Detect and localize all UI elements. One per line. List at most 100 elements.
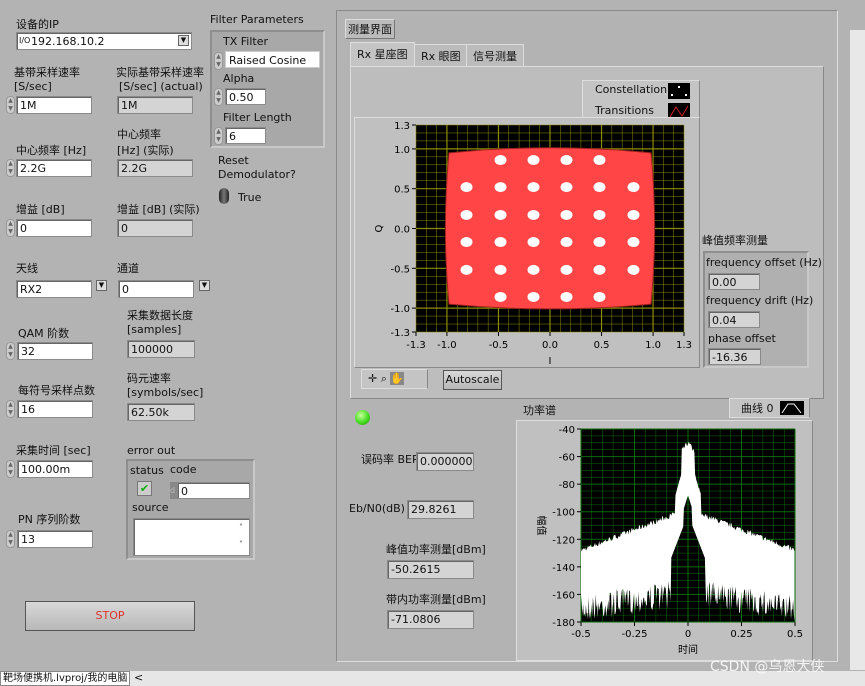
antenna-dropdown-icon[interactable]: ▼ (96, 280, 107, 291)
x-tick-label: 0 (685, 629, 691, 640)
capture-length-unit: [samples] (127, 323, 182, 336)
zoom-icon[interactable]: ⌕ (381, 372, 387, 385)
source-label: source (132, 501, 169, 514)
samples-per-symbol-stepper[interactable]: ▲ ▼ (6, 400, 15, 418)
tx-filter-stepper[interactable]: ▲ ▼ (214, 52, 223, 70)
x-tick-label: 1.3 (676, 340, 692, 351)
constellation-point (460, 209, 473, 220)
constellation-point (560, 182, 573, 193)
legend-transitions: Transitions (595, 104, 654, 117)
y-axis-label: Q (374, 224, 385, 232)
antenna-select[interactable]: RX2 (16, 280, 92, 298)
x-tick-label: -0.5 (571, 629, 591, 640)
filter-length-input[interactable]: 6 (225, 127, 266, 144)
baseband-rate-actual-unit: [S/sec] (actual) (119, 80, 203, 93)
center-freq-stepper[interactable]: ▲ ▼ (6, 159, 15, 177)
crosshair-cursor-icon[interactable]: ✛ (368, 372, 377, 385)
constellation-point (560, 155, 573, 166)
gain-stepper[interactable]: ▲ ▼ (6, 219, 15, 237)
constellation-point (494, 237, 507, 248)
capture-time-input[interactable]: 100.00m (17, 460, 93, 478)
freq-drift-label: frequency drift (Hz) (706, 294, 814, 307)
y-tick-label: 1.3 (394, 121, 410, 132)
gain-input[interactable]: 0 (16, 219, 92, 237)
constellation-point (627, 237, 640, 248)
tab-rx-eye[interactable]: Rx 眼图 (414, 44, 468, 66)
tab-signal-measure[interactable]: 信号测量 (466, 44, 524, 66)
constellation-graph[interactable]: 1.3 1.0 0.5 0.0 -0.5 -1.0 -1.3-1.3 -1.0 -0.5 0.0 0… (354, 117, 700, 368)
constellation-point (460, 237, 473, 248)
constellation-point (627, 264, 640, 275)
stop-button[interactable]: STOP (25, 601, 195, 631)
reset-toggle-switch[interactable] (219, 188, 229, 204)
ip-combo[interactable]: I/O 192.168.10.2 ▼ (16, 32, 192, 50)
baseband-rate-stepper[interactable]: ▲ ▼ (6, 96, 15, 114)
center-freq-actual-label: 中心频率 (117, 128, 161, 141)
constellation-point (494, 264, 507, 275)
center-freq-actual-value: 2.2G (117, 159, 193, 177)
pn-order-input[interactable]: 13 (17, 530, 93, 548)
tab-rx-constellation[interactable]: Rx 星座图 (350, 42, 415, 66)
source-scroll-icon[interactable]: ˄ ˅ (239, 519, 243, 553)
legend-constellation-swatch (668, 83, 690, 99)
inband-power-value: -71.0806 (387, 610, 474, 629)
pan-hand-icon[interactable]: ✋ (390, 372, 405, 385)
constellation-point (627, 209, 640, 220)
legend-constellation: Constellation (595, 83, 668, 96)
y-tick-label: 1.0 (394, 145, 410, 156)
constellation-legend: Constellation Transitions (582, 80, 700, 121)
tx-filter-label: TX Filter (223, 35, 268, 48)
spectrum-graph[interactable]: -40 -60 -80 -100 -120 -140 -160 -180-0.5 -0.25 0 0… (516, 420, 813, 661)
y-tick-label: -40 (559, 425, 575, 436)
autoscale-button[interactable]: Autoscale (443, 370, 502, 390)
channel-dropdown-icon[interactable]: ▼ (199, 280, 210, 291)
reset-label-2: Demodulator? (218, 168, 296, 181)
tx-filter-ring[interactable]: Raised Cosine (225, 51, 320, 68)
center-freq-input[interactable]: 2.2G (16, 159, 92, 177)
gain-actual-value: 0 (117, 219, 193, 237)
baseband-rate-unit: [S/sec] (14, 80, 52, 93)
y-tick-label: -140 (552, 563, 575, 574)
constellation-point (593, 209, 606, 220)
x-tick-label: 0.5 (787, 629, 803, 640)
vertical-scrollbar[interactable] (850, 30, 865, 670)
project-path: 靶场便携机.lvproj/我的电脑 (0, 671, 131, 686)
spectrum-legend: 曲线 0 (729, 398, 810, 418)
constellation-point (560, 237, 573, 248)
qam-order-input[interactable]: 32 (17, 342, 93, 360)
y-tick-label: -1.0 (390, 304, 410, 315)
constellation-point (494, 182, 507, 193)
constellation-point (627, 182, 640, 193)
qam-order-stepper[interactable]: ▲ ▼ (6, 342, 15, 360)
peak-freq-title: 峰值频率测量 (702, 234, 768, 247)
peak-power-label: 峰值功率测量[dBm] (386, 543, 486, 556)
gain-actual-label: 增益 [dB] (实际) (117, 203, 200, 216)
x-tick-label: -1.0 (437, 340, 457, 351)
ebn0-label: Eb/N0(dB) (349, 502, 405, 515)
baseband-rate-input[interactable]: 1M (16, 96, 92, 114)
ebn0-value: 29.8261 (407, 500, 474, 519)
freq-offset-value: 0.00 (708, 273, 760, 290)
inband-power-label: 带内功率测量[dBm] (386, 593, 486, 606)
capture-time-stepper[interactable]: ▲ ▼ (6, 460, 15, 478)
constellation-point (527, 237, 540, 248)
channel-select[interactable]: 0 (118, 280, 194, 298)
dropdown-arrow-icon[interactable]: ▼ (178, 35, 189, 46)
samples-per-symbol-input[interactable]: 16 (17, 400, 93, 418)
symbol-rate-label: 码元速率 (127, 372, 171, 385)
freq-drift-value: 0.04 (708, 311, 760, 328)
peak-freq-cluster: frequency offset (Hz) 0.00 frequency dri… (703, 251, 822, 368)
constellation-point (527, 209, 540, 220)
ip-value: 192.168.10.2 (31, 35, 105, 48)
x-axis-label: I (549, 356, 552, 367)
scroll-left-button[interactable]: < (134, 671, 143, 684)
constellation-point (527, 155, 540, 166)
pn-order-stepper[interactable]: ▲ ▼ (6, 530, 15, 548)
filter-length-stepper[interactable]: ▲ ▼ (214, 127, 223, 145)
baseband-rate-label: 基带采样速率 (14, 66, 80, 79)
qam-order-label: QAM 阶数 (18, 327, 70, 340)
error-out-cluster: status ✔ code d 0 source ˄ ˅ (126, 459, 255, 560)
alpha-input[interactable]: 0.50 (225, 88, 266, 105)
alpha-stepper[interactable]: ▲ ▼ (214, 88, 223, 106)
pn-order-label: PN 序列阶数 (18, 513, 81, 526)
